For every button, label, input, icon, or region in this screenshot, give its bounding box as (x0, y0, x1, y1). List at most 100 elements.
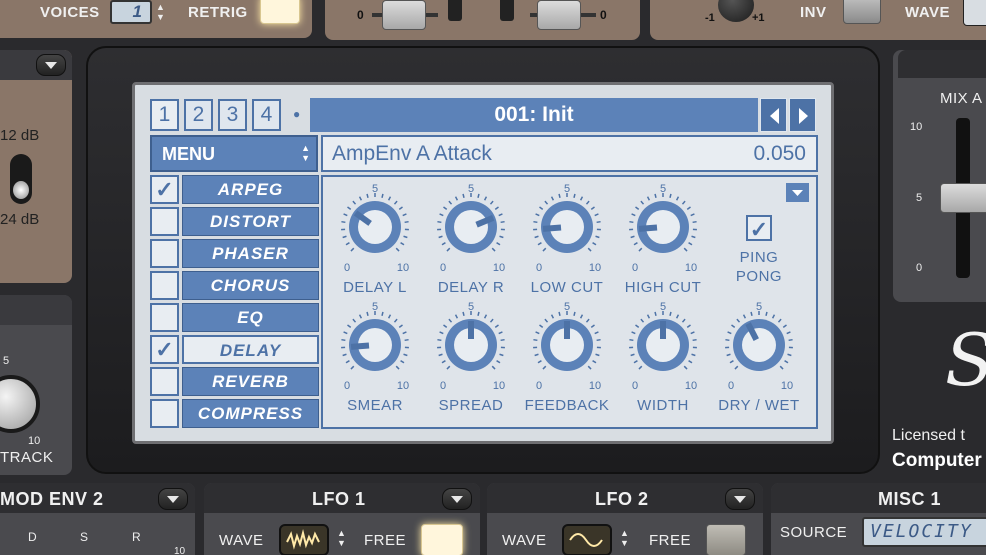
sliders-panel (325, 0, 640, 40)
tab-2[interactable]: 2 (184, 99, 213, 131)
random-wave-icon (286, 529, 320, 550)
mix-panel (893, 50, 986, 302)
lfo1-wave-stepper-icon[interactable]: ▲ ▼ (337, 528, 346, 548)
mod-env-dropdown-button[interactable] (158, 488, 188, 510)
lfo2-dropdown-button[interactable] (725, 488, 755, 510)
track-tick-bottom: 10 (28, 435, 41, 447)
mod-env-d: D (28, 530, 37, 544)
retrig-label: RETRIG (188, 4, 248, 21)
lfo2-free-toggle[interactable] (706, 524, 746, 555)
knob-max-label: +1 (752, 12, 765, 24)
knob-label: DELAY R (437, 279, 505, 296)
knob-tick-min: 0 (535, 262, 543, 274)
slider-handle-right[interactable] (537, 0, 581, 30)
mod-env-tick: 10 (174, 546, 186, 555)
page-dropdown-button[interactable] (786, 183, 809, 202)
slope-24db-label: 24 dB (0, 211, 40, 228)
knob-label: HIGH CUT (624, 279, 702, 296)
misc1-source-display[interactable]: VELOCITY (862, 517, 986, 547)
lfo2-title: LFO 2 (595, 489, 649, 509)
knob-tick-min: 0 (535, 380, 543, 392)
ping-pong-checkbox[interactable] (746, 215, 772, 241)
param-name: AmpEnv A Attack (332, 142, 492, 165)
knob-dial[interactable] (337, 189, 413, 265)
tab-1[interactable]: 1 (150, 99, 179, 131)
lfo2-wave-stepper-icon[interactable]: ▲ ▼ (620, 528, 629, 548)
next-patch-button[interactable] (789, 98, 816, 132)
knob-dial[interactable] (625, 307, 701, 383)
knob-tick-min: 0 (439, 262, 447, 274)
knob-dial[interactable] (433, 307, 509, 383)
voices-stepper-icon[interactable]: ▲ ▼ (156, 2, 165, 22)
knob-min-label: -1 (705, 12, 715, 24)
fx-enable-checkbox[interactable] (150, 335, 179, 364)
wave-label-top: WAVE (905, 4, 951, 21)
knob-dial[interactable] (529, 189, 605, 265)
fx-menu-item[interactable]: REVERB (182, 367, 319, 396)
fx-enable-checkbox[interactable] (150, 207, 179, 236)
slider-divider (448, 0, 462, 21)
mix-tick-0: 0 (916, 262, 923, 274)
mix-fader-handle[interactable] (940, 183, 986, 213)
lfo2-wave-select[interactable] (562, 524, 612, 555)
tab-4[interactable]: 4 (252, 99, 281, 131)
wave-select-top[interactable] (963, 0, 986, 26)
knob-label: WIDTH (637, 397, 689, 414)
fx-menu-item[interactable]: CHORUS (182, 271, 319, 300)
patch-name-bar[interactable]: 001: Init (310, 98, 758, 132)
sine-wave-icon (569, 533, 603, 547)
knob-label: DELAY L (343, 279, 407, 296)
inv-toggle[interactable] (843, 0, 881, 24)
lfo1-dropdown-button[interactable] (442, 488, 472, 510)
fx-menu-item[interactable]: DISTORT (182, 207, 319, 236)
lfo2-free-label: FREE (649, 532, 692, 549)
lfo1-free-label: FREE (364, 532, 407, 549)
knob-tick-max: 10 (492, 380, 506, 392)
fx-menu-item[interactable]: ARPEG (182, 175, 319, 204)
slider-handle-left[interactable] (382, 0, 426, 30)
fx-menu-item[interactable]: DELAY (182, 335, 319, 364)
track-label: TRACK (0, 449, 54, 466)
arrow-left-icon (770, 108, 779, 124)
tab-3[interactable]: 3 (218, 99, 247, 131)
knob-label: FEEDBACK (524, 397, 610, 414)
knob-dial[interactable] (529, 307, 605, 383)
retrig-toggle[interactable] (260, 0, 300, 24)
mix-tick-5: 5 (916, 192, 923, 204)
knob-dial[interactable] (625, 189, 701, 265)
key-track-header (0, 295, 72, 325)
voices-label: VOICES (40, 4, 100, 21)
knob-dial[interactable] (721, 307, 797, 383)
fx-enable-checkbox[interactable] (150, 399, 179, 428)
knob-label: DRY / WET (718, 397, 800, 414)
fx-enable-checkbox[interactable] (150, 175, 179, 204)
knob-tick-max: 10 (588, 380, 602, 392)
knob-tick-min: 0 (343, 262, 351, 274)
voices-display[interactable]: 1 (110, 0, 152, 24)
lcd-screen: 1 2 3 4 ● 001: Init MENU ▲ ▼ AmpEnv A Att… (132, 82, 834, 444)
slider-right-min: 0 (600, 8, 607, 22)
knob-dial[interactable] (433, 189, 509, 265)
filter-dropdown-button[interactable] (36, 54, 66, 76)
knob-dial[interactable] (337, 307, 413, 383)
fx-menu-item[interactable]: COMPRESS (182, 399, 319, 428)
slope-switch-knob (13, 181, 29, 199)
fx-enable-checkbox[interactable] (150, 271, 179, 300)
logo-glyph: S (945, 318, 986, 402)
lfo1-free-toggle[interactable] (421, 524, 463, 555)
fx-enable-checkbox[interactable] (150, 303, 179, 332)
menu-header[interactable]: MENU ▲ ▼ (150, 135, 318, 172)
fx-enable-checkbox[interactable] (150, 239, 179, 268)
lfo2-wave-label: WAVE (502, 532, 547, 549)
slope-12db-label: 12 dB (0, 127, 40, 144)
mod-env-r: R (132, 530, 141, 544)
fx-enable-checkbox[interactable] (150, 367, 179, 396)
lfo1-title: LFO 1 (312, 489, 366, 509)
fx-menu-item[interactable]: EQ (182, 303, 319, 332)
knob-tick-min: 0 (439, 380, 447, 392)
licensee-name: Computer (892, 450, 982, 471)
fx-menu-item[interactable]: PHASER (182, 239, 319, 268)
prev-patch-button[interactable] (760, 98, 787, 132)
mix-tick-10: 10 (910, 121, 923, 133)
lfo1-wave-select[interactable] (279, 524, 329, 555)
